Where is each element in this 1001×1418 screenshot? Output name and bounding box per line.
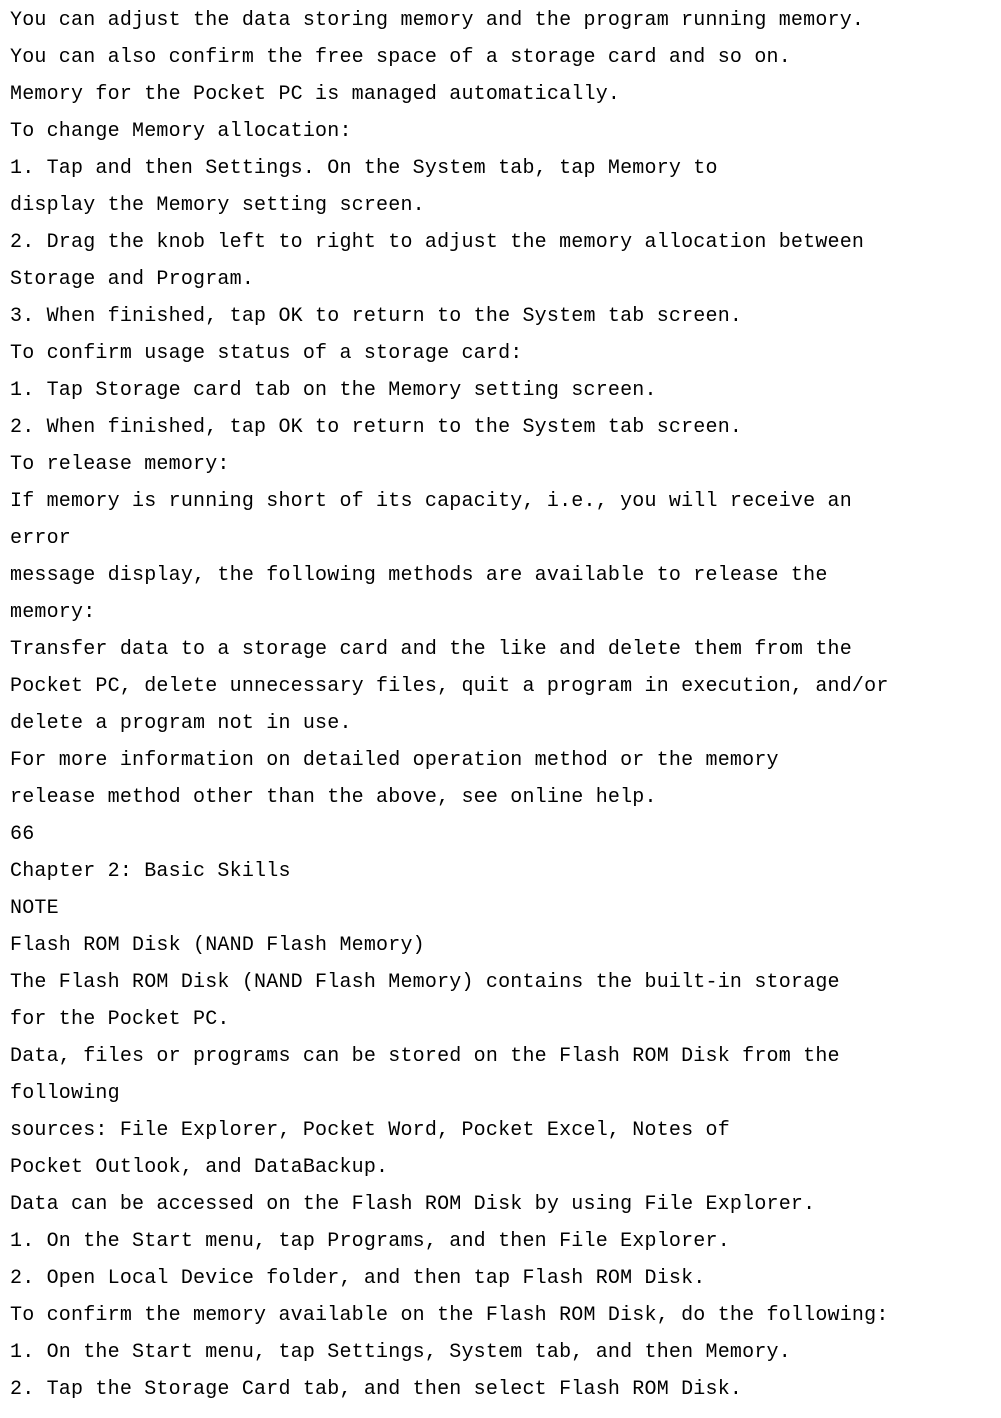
text-line: display the Memory setting screen. <box>10 187 991 224</box>
text-line: Data can be accessed on the Flash ROM Di… <box>10 1186 991 1223</box>
text-line: memory: <box>10 594 991 631</box>
text-line: Data, files or programs can be stored on… <box>10 1038 991 1075</box>
chapter-heading: Chapter 2: Basic Skills <box>10 853 991 890</box>
text-line: To confirm usage status of a storage car… <box>10 335 991 372</box>
text-line: delete a program not in use. <box>10 705 991 742</box>
text-line: Pocket PC, delete unnecessary files, qui… <box>10 668 991 705</box>
text-line: Pocket Outlook, and DataBackup. <box>10 1149 991 1186</box>
text-line: Memory for the Pocket PC is managed auto… <box>10 76 991 113</box>
text-line: 1. Tap and then Settings. On the System … <box>10 150 991 187</box>
text-line: 1. On the Start menu, tap Settings, Syst… <box>10 1334 991 1371</box>
text-line: 2. When finished, tap OK to return to th… <box>10 409 991 446</box>
text-line: sources: File Explorer, Pocket Word, Poc… <box>10 1112 991 1149</box>
text-line: Storage and Program. <box>10 261 991 298</box>
text-line: 3. When finished, tap OK to return to th… <box>10 298 991 335</box>
text-line: 1. On the Start menu, tap Programs, and … <box>10 1223 991 1260</box>
text-line: You can adjust the data storing memory a… <box>10 2 991 39</box>
note-label: NOTE <box>10 890 991 927</box>
text-line: release method other than the above, see… <box>10 779 991 816</box>
text-line: 1. Tap Storage card tab on the Memory se… <box>10 372 991 409</box>
text-line: To change Memory allocation: <box>10 113 991 150</box>
page-number: 66 <box>10 816 991 853</box>
section-heading: Flash ROM Disk (NAND Flash Memory) <box>10 927 991 964</box>
text-line: following <box>10 1075 991 1112</box>
text-line: for the Pocket PC. <box>10 1001 991 1038</box>
text-line: message display, the following methods a… <box>10 557 991 594</box>
text-line: For more information on detailed operati… <box>10 742 991 779</box>
text-line: 2. Drag the knob left to right to adjust… <box>10 224 991 261</box>
text-line: If memory is running short of its capaci… <box>10 483 991 520</box>
text-line: The Flash ROM Disk (NAND Flash Memory) c… <box>10 964 991 1001</box>
text-line: To release memory: <box>10 446 991 483</box>
text-line: 2. Open Local Device folder, and then ta… <box>10 1260 991 1297</box>
text-line: Transfer data to a storage card and the … <box>10 631 991 668</box>
text-line: 2. Tap the Storage Card tab, and then se… <box>10 1371 991 1408</box>
text-line: To confirm the memory available on the F… <box>10 1297 991 1334</box>
text-line: error <box>10 520 991 557</box>
text-line: You can also confirm the free space of a… <box>10 39 991 76</box>
